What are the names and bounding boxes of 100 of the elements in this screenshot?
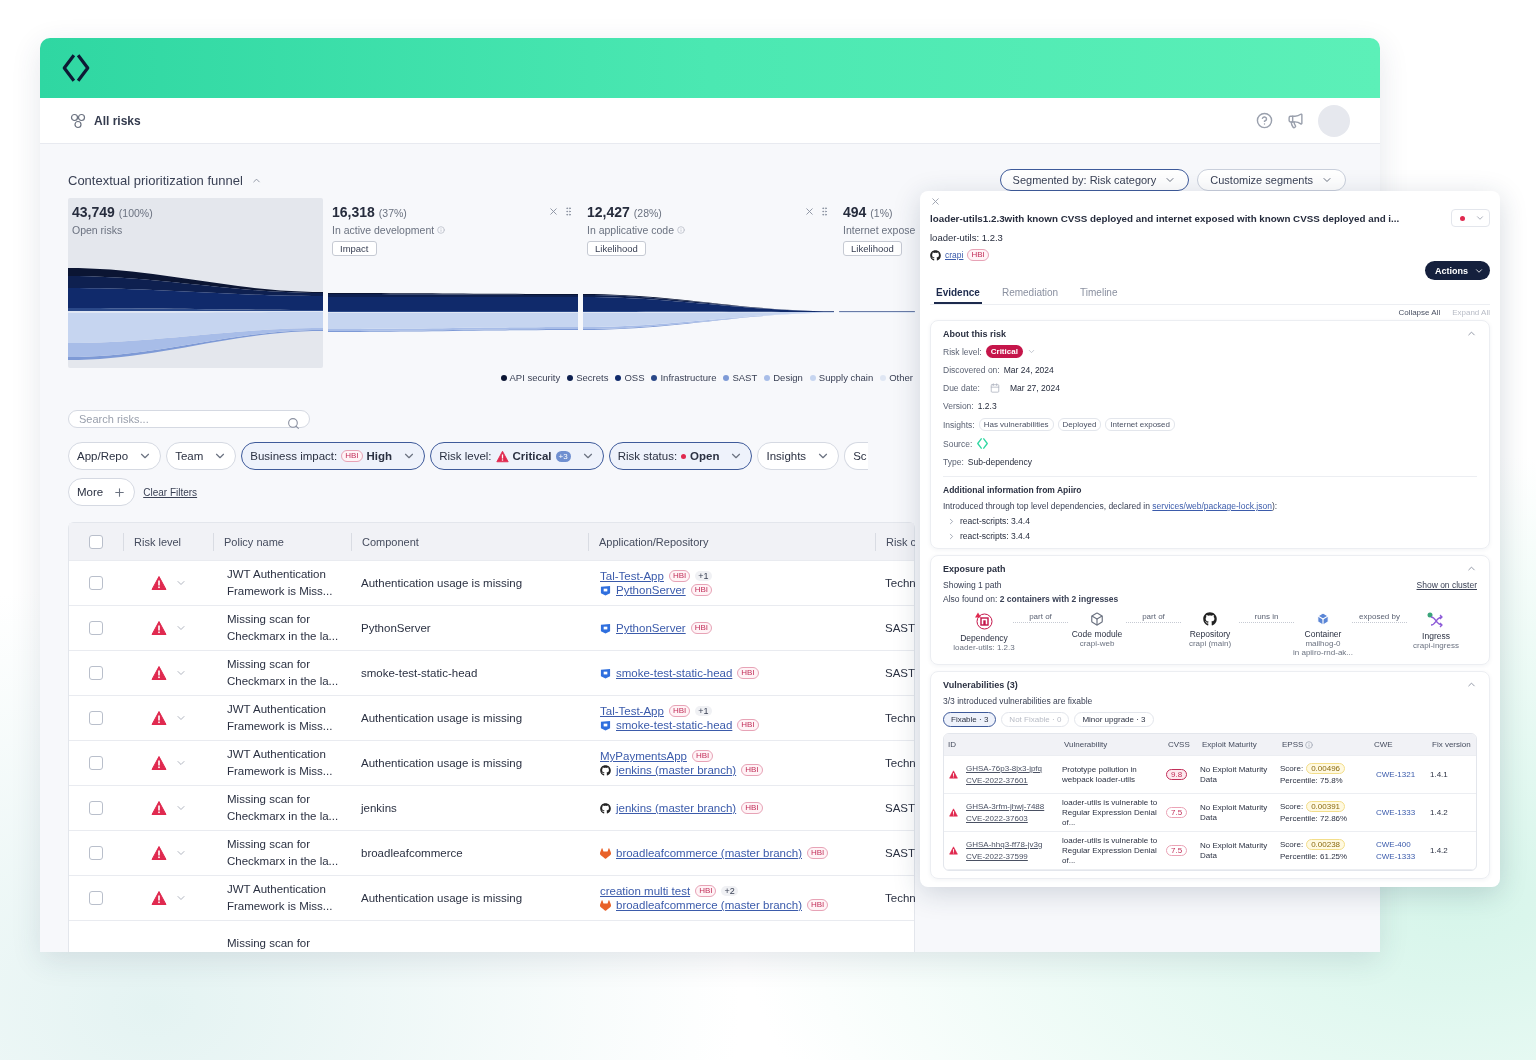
filter-chip[interactable]: App/Repo — [68, 442, 162, 470]
vulnerability-link[interactable]: GHSA-hhq3-ff78-jv3g — [966, 839, 1060, 850]
column-header[interactable]: EPSS — [1278, 740, 1370, 749]
cvss-badge: 9.8 — [1166, 769, 1188, 780]
chevron-down-icon — [1475, 213, 1485, 223]
actions-button[interactable]: Actions — [1425, 261, 1490, 280]
status-dropdown[interactable] — [1451, 209, 1490, 227]
repo-link[interactable]: jenkins (master branch) — [616, 802, 737, 814]
cwe-link[interactable]: CWE-1321 — [1376, 769, 1428, 780]
more-button[interactable]: More — [68, 478, 136, 506]
checkbox[interactable] — [89, 891, 103, 905]
count-badge: +1 — [695, 706, 712, 716]
field-label: Due date: — [943, 383, 980, 393]
column-header[interactable]: Risk c — [875, 532, 915, 551]
legend-item: Infrastructure — [651, 372, 717, 383]
filter-chip[interactable]: Sc — [844, 442, 868, 470]
close-icon[interactable] — [930, 196, 941, 207]
vulnerability-link[interactable]: CVE-2022-37599 — [966, 851, 1060, 862]
percentile-text: Percentile: 61.25% — [1280, 852, 1349, 862]
checkbox[interactable] — [89, 711, 103, 725]
vulnerability-link[interactable]: GHSA-3rfm-jhwj-7488 — [966, 801, 1060, 812]
calendar-icon[interactable] — [989, 383, 1000, 393]
repo-link[interactable]: PythonServer — [616, 622, 686, 634]
toggle-button[interactable]: Collapse All — [1398, 308, 1441, 317]
funnel-stage[interactable]: 16,318 (37%) In active development Impact — [328, 198, 578, 368]
checkbox[interactable] — [89, 801, 103, 815]
vulnerability-link[interactable]: GHSA-76p3-8jx3-jpfq — [966, 763, 1060, 774]
close-icon[interactable] — [548, 206, 559, 217]
score-badge: 0.00238 — [1306, 839, 1346, 850]
column-header[interactable]: Application/Repository — [588, 532, 875, 551]
funnel-stage[interactable]: 12,427 (28%) In applicative code Likelihood — [583, 198, 834, 368]
vulnerability-link[interactable]: CVE-2022-37603 — [966, 813, 1060, 824]
repo-link[interactable]: PythonServer — [616, 584, 686, 596]
dependency-row[interactable]: react-scripts: 3.4.4 — [943, 516, 1477, 526]
checkbox[interactable] — [89, 846, 103, 860]
field-label: Discovered on: — [943, 365, 1000, 375]
search-field[interactable]: Search risks... — [68, 410, 310, 428]
repo-link[interactable]: broadleafcommerce (master branch) — [616, 847, 802, 859]
checkbox[interactable] — [89, 534, 103, 549]
cluster-link[interactable]: Show on cluster — [1416, 580, 1477, 590]
card-title: Vulnerabilities (3) — [943, 679, 1018, 690]
segment-button[interactable]: Segmented by: Risk category — [999, 169, 1190, 191]
filter-chip[interactable]: Minor upgrade · 3 — [1074, 712, 1154, 727]
score-badge: 0.00496 — [1306, 763, 1346, 774]
checkbox[interactable] — [89, 666, 103, 680]
count-badge: +2 — [721, 886, 738, 896]
funnel-stage[interactable]: 494 (1%) Internet expose Likelihood — [839, 198, 915, 368]
funnel-stage[interactable]: 43,749 (100%) Open risks — [68, 198, 323, 368]
file-link[interactable]: services/web/package-lock.json — [1152, 501, 1272, 511]
stage-tag: Impact — [332, 241, 377, 256]
column-header[interactable]: CWE — [1370, 740, 1428, 749]
chevron-down-icon[interactable] — [1026, 347, 1036, 356]
repo-link[interactable]: broadleafcommerce (master branch) — [616, 899, 802, 911]
column-header[interactable]: Policy name — [213, 532, 351, 551]
table-cell-text: loader-utils is vulnerable to Regular Expression Denial of... — [1061, 835, 1159, 866]
connector-line — [1352, 622, 1407, 623]
filter-chip[interactable]: Team — [166, 442, 237, 470]
filter-chip[interactable]: Insights — [757, 442, 840, 470]
node-title: Ingress — [1422, 631, 1450, 641]
help-icon[interactable] — [1256, 112, 1273, 129]
megaphone-icon[interactable] — [1287, 112, 1304, 129]
checkbox[interactable] — [89, 576, 103, 590]
table-cell-text: smoke-test-static-head — [360, 665, 479, 681]
cwe-link[interactable]: CWE-400 — [1376, 839, 1428, 850]
segment-button[interactable]: Customize segments — [1197, 169, 1346, 191]
filter-chip[interactable]: Risk level: Critical +3 — [430, 442, 604, 470]
cwe-link[interactable]: CWE-1333 — [1376, 807, 1428, 818]
table-cell-text: No Exploit Maturity Data — [1199, 764, 1269, 785]
column-header[interactable]: ID — [944, 740, 1060, 749]
checkbox[interactable] — [89, 621, 103, 635]
filter-chip[interactable]: Fixable · 3 — [943, 712, 997, 727]
drag-handle-icon[interactable] — [819, 206, 830, 217]
column-header[interactable]: Component — [351, 532, 588, 551]
filter-chip[interactable]: Business impact: HBI High — [241, 442, 426, 470]
column-header[interactable]: Vulnerability — [1060, 740, 1164, 749]
tab[interactable]: Evidence — [934, 284, 982, 304]
vulnerability-link[interactable]: CVE-2022-37601 — [966, 775, 1060, 786]
avatar[interactable] — [1318, 104, 1350, 137]
shield-icon — [600, 584, 611, 596]
checkbox[interactable] — [89, 756, 103, 770]
repo-link[interactable]: creation multi test — [600, 885, 691, 897]
column-header[interactable]: Risk level — [123, 532, 213, 551]
column-header[interactable]: Exploit Maturity — [1198, 740, 1278, 749]
filter-chip[interactable]: Risk status: Open — [608, 442, 753, 470]
repo-link[interactable]: smoke-test-static-head — [616, 667, 733, 679]
clear-filters-link[interactable]: Clear Filters — [143, 486, 198, 498]
repo-link[interactable]: Tal-Test-App — [600, 570, 664, 582]
repo-link[interactable]: crapi — [945, 250, 964, 260]
cwe-link[interactable]: CWE-1333 — [1376, 851, 1428, 862]
edge-label: part of — [1029, 612, 1052, 622]
repo-link[interactable]: MyPaymentsApp — [600, 750, 687, 762]
column-header[interactable]: Fix version — [1428, 740, 1476, 749]
drag-handle-icon[interactable] — [563, 206, 574, 217]
repo-link[interactable]: jenkins (master branch) — [616, 764, 737, 776]
column-header[interactable]: CVSS — [1164, 740, 1198, 749]
logo-icon — [60, 52, 92, 84]
close-icon[interactable] — [804, 206, 815, 217]
repo-link[interactable]: smoke-test-static-head — [616, 719, 733, 731]
repo-link[interactable]: Tal-Test-App — [600, 705, 664, 717]
dependency-row[interactable]: react-scripts: 3.4.4 — [943, 531, 1477, 541]
